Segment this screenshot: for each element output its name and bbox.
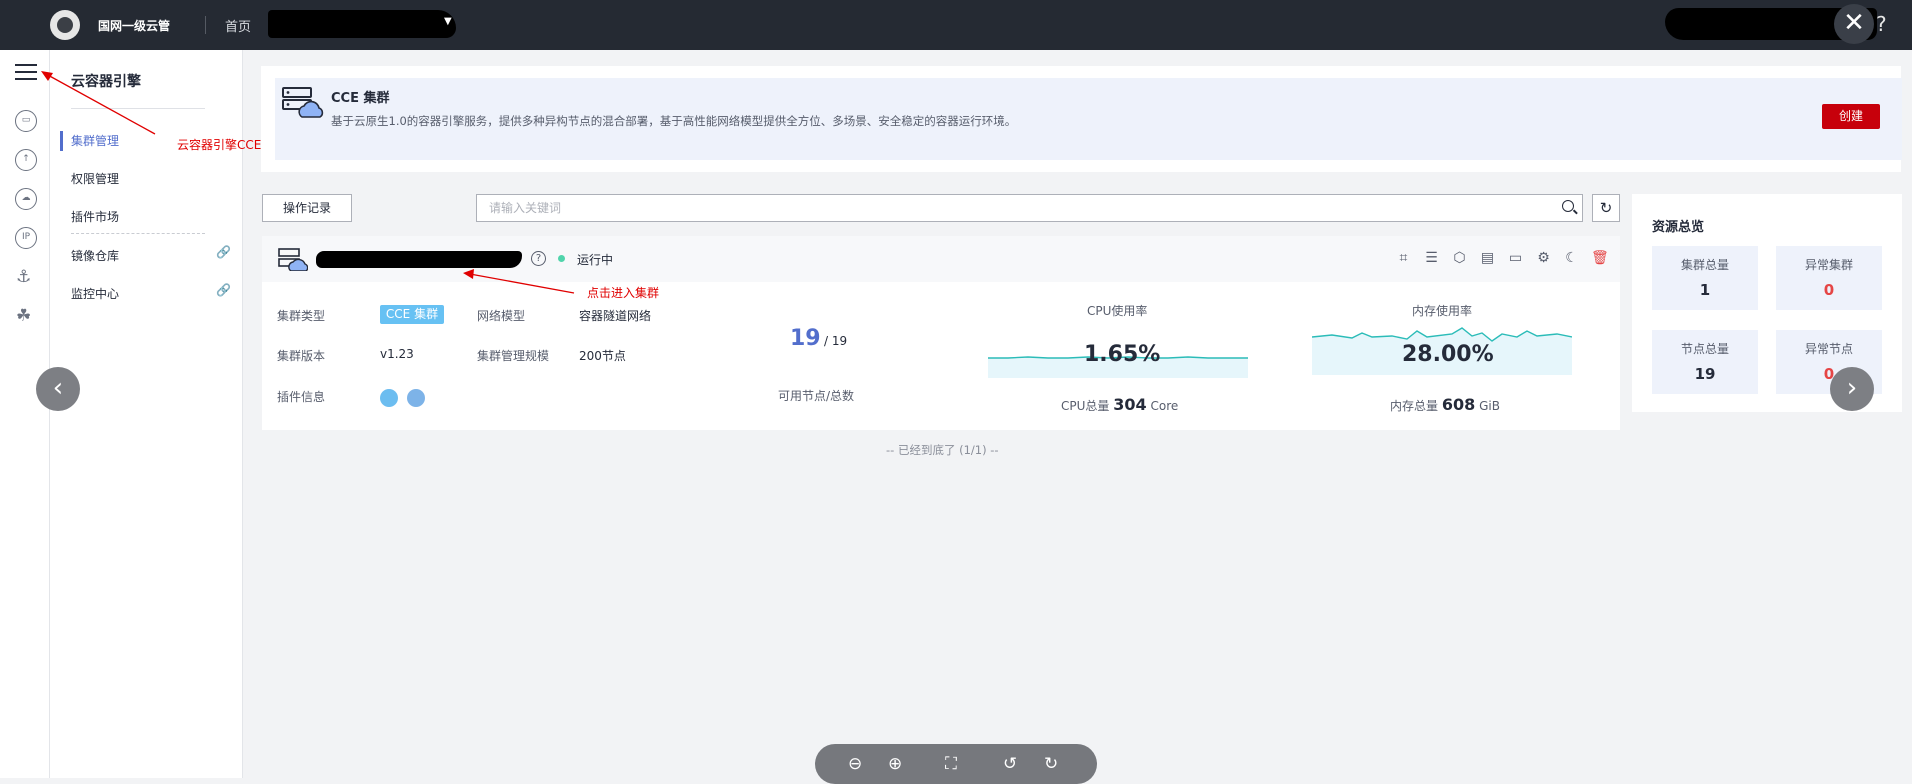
cluster-status: 运行中: [577, 253, 614, 267]
divider: [205, 16, 206, 34]
node-list-icon[interactable]: ☰: [1423, 250, 1440, 267]
banner-description: 基于云原生1.0的容器引擎服务，提供多种异构节点的混合部署，基于高性能网络模型提…: [331, 114, 1017, 128]
sidebar-item-monitor[interactable]: 监控中心: [71, 285, 119, 302]
list-end-text: -- 已经到底了 (1/1) --: [886, 443, 999, 457]
memory-usage-title: 内存使用率: [1412, 304, 1473, 318]
sidebar-item-addon-market[interactable]: 插件市场: [71, 208, 119, 225]
ip-icon[interactable]: IP: [15, 227, 37, 249]
cce-cluster-icon: [282, 87, 324, 118]
cpu-usage-value: 1.65%: [1084, 342, 1161, 367]
banner-title: CCE 集群: [331, 91, 390, 106]
cluster-total-value: 1: [1699, 281, 1711, 299]
node-total-label: 节点总量: [1680, 342, 1729, 356]
refresh-button[interactable]: ↻: [1592, 194, 1620, 222]
close-icon[interactable]: ✕: [1834, 4, 1874, 44]
sidebar-item-cluster-manage[interactable]: 集群管理: [71, 132, 119, 149]
refresh-icon: ↻: [1599, 199, 1613, 217]
total-nodes: / 19: [824, 334, 848, 348]
external-link-icon: 🔗: [216, 245, 231, 259]
management-scale-value: 200节点: [579, 349, 626, 363]
rotate-left-icon[interactable]: ↺: [1003, 754, 1017, 774]
search-icon[interactable]: [1562, 200, 1574, 212]
cluster-icon: [278, 248, 308, 271]
cluster-name-link[interactable]: [316, 251, 522, 268]
status-running-dot: [558, 255, 565, 262]
cluster-version-label: 集群版本: [277, 349, 326, 363]
node-abnormal-label: 异常节点: [1804, 342, 1853, 356]
addons-label: 插件信息: [277, 390, 326, 404]
zoom-in-icon[interactable]: ⊕: [888, 754, 902, 774]
console-icon[interactable]: ▭: [1507, 250, 1524, 267]
service-hdd-icon[interactable]: ▭: [15, 110, 37, 132]
region-selector[interactable]: [268, 10, 456, 38]
cluster-abnormal-value: 0: [1823, 281, 1835, 299]
cpu-total: CPU总量 304 Core: [1061, 395, 1179, 414]
external-link-icon: 🔗: [216, 283, 231, 297]
search-input[interactable]: [477, 195, 1537, 221]
sidebar: [50, 50, 243, 778]
zoom-out-icon[interactable]: ⊖: [848, 754, 862, 774]
settings-icon[interactable]: ⚙: [1535, 250, 1552, 267]
brand-name: 国网一级云管: [98, 19, 171, 33]
chevron-down-icon: ▼: [444, 16, 452, 27]
cloud-up-icon[interactable]: ↑: [15, 149, 37, 171]
hibernate-icon[interactable]: ☾: [1563, 250, 1580, 267]
annotation-enter-cluster: 点击进入集群: [587, 286, 660, 300]
addon-dns-icon[interactable]: [407, 389, 425, 407]
nodes-label: 可用节点/总数: [778, 389, 855, 403]
addon-storage-icon[interactable]: [380, 389, 398, 407]
logo-icon: [50, 10, 80, 40]
network-model-label: 网络模型: [477, 309, 526, 323]
fullscreen-icon[interactable]: ⛶: [945, 754, 957, 774]
cluster-abnormal-label: 异常集群: [1804, 258, 1853, 272]
network-model-value: 容器隧道网络: [579, 309, 652, 323]
divider: [71, 233, 205, 234]
home-link[interactable]: 首页: [225, 16, 251, 35]
prev-image-button[interactable]: ‹: [36, 367, 80, 411]
cloud-icon[interactable]: ☁: [15, 188, 37, 210]
create-button[interactable]: 创建: [1822, 104, 1880, 129]
sidebar-title: 云容器引擎: [71, 74, 141, 90]
memory-usage-value: 28.00%: [1402, 342, 1494, 367]
annotation-cce: 云容器引擎CCE: [177, 138, 262, 152]
available-nodes: 19: [790, 326, 821, 351]
menu-icon[interactable]: [15, 64, 37, 80]
anchor-icon[interactable]: ⚓: [16, 267, 31, 287]
management-scale-label: 集群管理规模: [477, 349, 550, 363]
kubectl-icon[interactable]: ⌗: [1395, 250, 1412, 267]
search-box: [476, 194, 1583, 222]
log-icon[interactable]: ▤: [1479, 250, 1496, 267]
cube-icon[interactable]: ⬡: [1451, 250, 1468, 267]
sidebar-item-permission[interactable]: 权限管理: [71, 170, 119, 187]
operation-log-button[interactable]: 操作记录: [262, 194, 352, 222]
help-icon[interactable]: ?: [531, 251, 546, 266]
memory-total: 内存总量 608 GiB: [1390, 395, 1500, 414]
help-icon[interactable]: ?: [1876, 12, 1887, 36]
cluster-version-value: v1.23: [380, 347, 414, 361]
sidebar-item-image-repo[interactable]: 镜像仓库: [71, 247, 119, 264]
cluster-group-icon[interactable]: ☘: [16, 306, 31, 326]
cpu-usage-title: CPU使用率: [1087, 304, 1148, 318]
divider: [71, 108, 205, 109]
node-total-value: 19: [1694, 365, 1716, 383]
next-image-button[interactable]: ›: [1830, 367, 1874, 411]
active-indicator: [60, 131, 63, 151]
rotate-right-icon[interactable]: ↻: [1044, 754, 1058, 774]
cluster-total-label: 集群总量: [1680, 258, 1729, 272]
cluster-type-label: 集群类型: [277, 309, 326, 323]
delete-icon[interactable]: 🗑: [1591, 250, 1609, 267]
cluster-type-badge: CCE 集群: [380, 305, 444, 324]
resource-overview-title: 资源总览: [1652, 220, 1705, 235]
